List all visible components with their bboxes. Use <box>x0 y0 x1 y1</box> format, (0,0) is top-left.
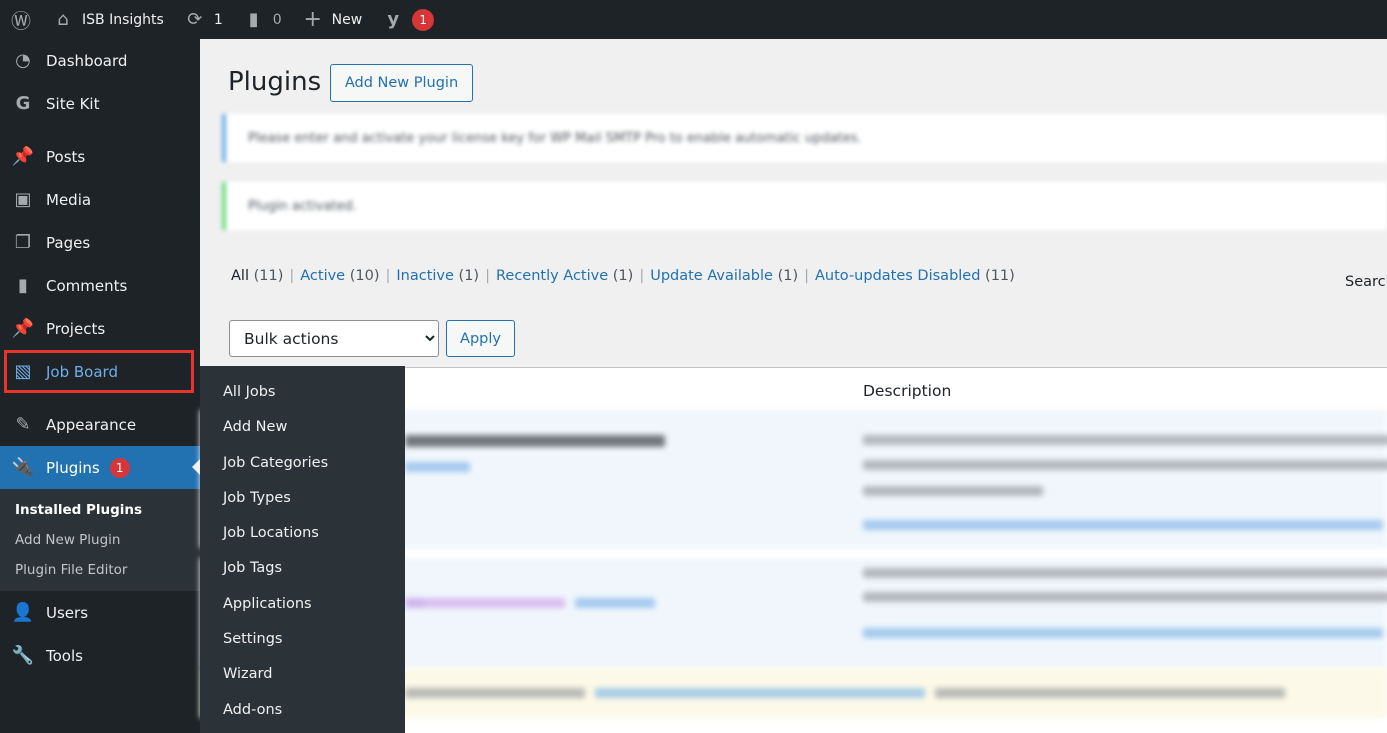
column-description: Description <box>863 382 952 400</box>
flyout-item[interactable]: Wizard <box>200 657 405 692</box>
new-label: New <box>331 11 363 28</box>
filter-link[interactable]: Inactive <box>396 268 454 284</box>
site-name-link[interactable]: ⌂ ISB Insights <box>42 0 174 39</box>
brush-icon: ✎ <box>15 414 31 435</box>
label: Dashboard <box>46 51 128 70</box>
sidebar-item-posts[interactable]: 📌 Posts <box>0 135 200 178</box>
filter-count: (1) <box>458 268 480 284</box>
submenu-plugin-file-editor[interactable]: Plugin File Editor <box>0 555 200 585</box>
activated-notice: Plugin activated. <box>222 182 1387 230</box>
label: Tools <box>46 646 83 665</box>
media-icon: ▣ <box>14 189 32 210</box>
sidebar-item-pages[interactable]: ❐ Pages <box>0 221 200 264</box>
label: Pages <box>46 233 91 252</box>
separator: | <box>485 268 490 284</box>
label: Posts <box>46 147 86 166</box>
sidebar-item-dashboard[interactable]: ◔ Dashboard <box>0 39 200 82</box>
job-board-flyout-menu: All Jobs Add New Job Categories Job Types Jo… <box>200 366 405 733</box>
admin-bar: Ⓦ ⌂ ISB Insights ⟳ 1 ▮ 0 + New y1 <box>0 0 1387 39</box>
sidebar-item-appearance[interactable]: ✎ Appearance <box>0 403 200 446</box>
admin-sidebar: ◔ Dashboard G Site Kit 📌 Posts ▣ Media ❐ Page… <box>0 39 200 733</box>
sidebar-item-tools[interactable]: 🔧 Tools <box>0 634 200 677</box>
submenu-installed-plugins[interactable]: Installed Plugins <box>0 495 200 525</box>
user-icon: 👤 <box>11 602 35 623</box>
label: Projects <box>46 319 106 338</box>
separator: | <box>639 268 645 284</box>
filter-link[interactable]: Auto-updates Disabled <box>815 268 980 284</box>
filter-count: (10) <box>349 268 380 284</box>
add-new-plugin-button[interactable]: Add New Plugin <box>330 64 473 102</box>
search-label: Search <box>1345 274 1387 290</box>
dashboard-icon: ◔ <box>15 50 31 71</box>
comments-link[interactable]: ▮ 0 <box>233 0 292 39</box>
flyout-item[interactable]: Job Types <box>200 481 405 516</box>
label: Media <box>46 190 92 209</box>
label: Users <box>46 603 89 622</box>
wrench-icon: 🔧 <box>11 645 35 666</box>
sidebar-item-media[interactable]: ▣ Media <box>0 178 200 221</box>
filter-count: (1) <box>777 268 799 284</box>
flyout-item[interactable]: Applications <box>200 587 405 622</box>
label: Comments <box>46 276 128 295</box>
wordpress-icon: Ⓦ <box>11 9 31 33</box>
flyout-item[interactable]: Add-ons <box>200 693 405 728</box>
plug-icon: 🔌 <box>11 457 35 478</box>
plus-icon: + <box>303 7 322 32</box>
new-content-link[interactable]: + New <box>292 0 373 39</box>
sidebar-item-plugins[interactable]: 🔌 Plugins 1 <box>0 446 200 489</box>
flyout-item[interactable]: Settings <box>200 622 405 657</box>
pin-icon: 📌 <box>11 318 35 339</box>
label: Job Board <box>46 362 118 381</box>
sidebar-item-job-board[interactable]: ▧ Job Board <box>4 350 194 393</box>
clipboard-icon: ▧ <box>14 361 32 382</box>
flyout-item[interactable]: Job Tags <box>200 551 405 586</box>
filter-count: (11) <box>253 268 284 284</box>
label: Site Kit <box>46 94 100 113</box>
filter-link[interactable]: Active <box>300 268 345 284</box>
comments-count: 0 <box>272 11 282 28</box>
filter-link[interactable]: All <box>231 268 249 284</box>
label: Appearance <box>46 415 137 434</box>
sidebar-item-projects[interactable]: 📌 Projects <box>0 307 200 350</box>
submenu-add-new-plugin[interactable]: Add New Plugin <box>0 525 200 555</box>
sidebar-item-comments[interactable]: ▮ Comments <box>0 264 200 307</box>
separator: | <box>289 268 295 284</box>
plugins-badge: 1 <box>109 457 130 478</box>
filter-link[interactable]: Recently Active <box>496 268 608 284</box>
refresh-icon: ⟳ <box>187 9 203 30</box>
label: Plugins <box>46 458 100 477</box>
pages-icon: ❐ <box>14 232 32 253</box>
license-notice: Please enter and activate your license k… <box>222 114 1387 162</box>
sidebar-item-site-kit[interactable]: G Site Kit <box>0 82 200 125</box>
flyout-item[interactable]: Add New <box>200 410 405 445</box>
yoast-link[interactable]: y1 <box>372 0 444 39</box>
bulk-actions-select[interactable]: Bulk actions <box>229 320 439 357</box>
pin-icon: 📌 <box>11 146 35 167</box>
comment-icon: ▮ <box>18 275 28 296</box>
site-name: ISB Insights <box>82 11 164 28</box>
filter-link[interactable]: Update Available <box>650 268 773 284</box>
updates-count: 1 <box>213 11 223 28</box>
google-icon: G <box>15 93 31 114</box>
comment-icon: ▮ <box>248 9 259 30</box>
sidebar-item-users[interactable]: 👤 Users <box>0 591 200 634</box>
flyout-item[interactable]: Job Locations <box>200 516 405 551</box>
updates-link[interactable]: ⟳ 1 <box>174 0 233 39</box>
apply-button[interactable]: Apply <box>446 320 515 357</box>
plugin-status-filters: All (11) | Active (10) | Inactive (1) | Recent… <box>231 268 1015 284</box>
yoast-badge: 1 <box>412 8 435 31</box>
page-title: Plugins <box>228 67 322 97</box>
plugins-submenu: Installed Plugins Add New Plugin Plugin … <box>0 489 200 591</box>
filter-count: (11) <box>985 268 1015 284</box>
yoast-icon: y <box>387 9 400 30</box>
flyout-item[interactable]: Job Categories <box>200 446 405 481</box>
wp-logo-button[interactable]: Ⓦ <box>0 0 42 39</box>
filter-count: (1) <box>612 268 634 284</box>
separator: | <box>804 268 810 284</box>
separator: | <box>385 268 391 284</box>
home-icon: ⌂ <box>57 9 69 30</box>
flyout-item[interactable]: All Jobs <box>200 375 405 410</box>
